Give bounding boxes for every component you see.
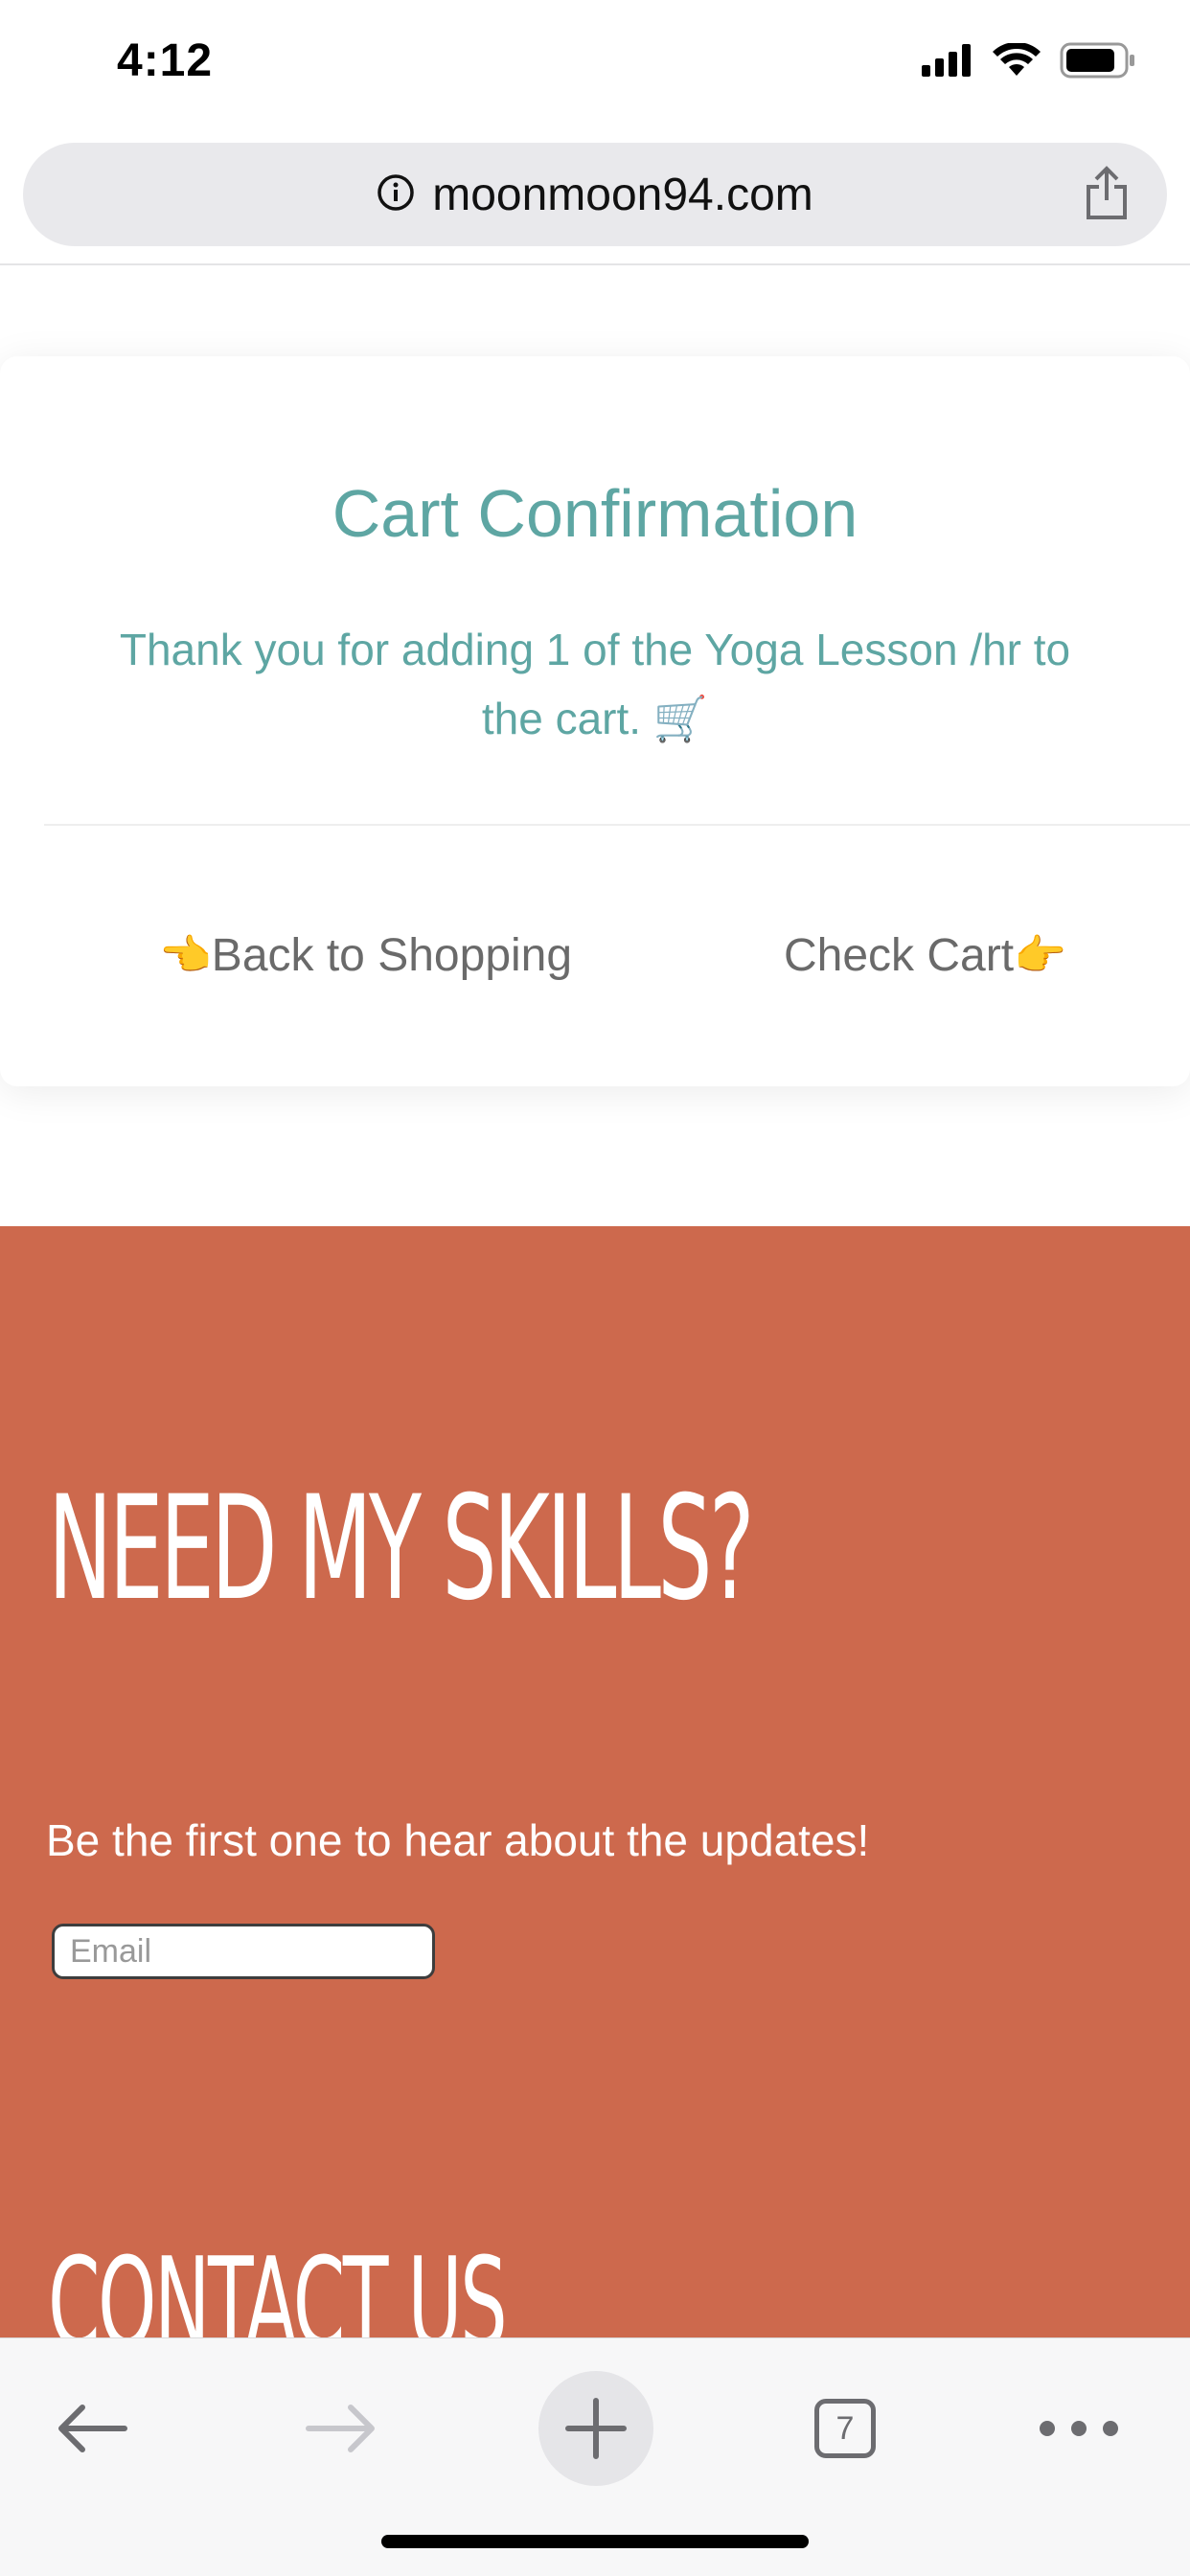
info-icon[interactable] <box>377 173 415 217</box>
need-skills-heading: NEED MY SKILLS? <box>48 1466 755 1632</box>
plus-icon <box>565 2398 627 2459</box>
share-icon[interactable] <box>1085 166 1129 226</box>
newsletter-subtext: Be the first one to hear about the updat… <box>46 1815 870 1865</box>
status-time: 4:12 <box>117 35 214 86</box>
back-button[interactable] <box>34 2371 149 2486</box>
tabs-button[interactable]: 7 <box>788 2371 903 2486</box>
forward-button[interactable] <box>284 2371 399 2486</box>
arrow-right-icon <box>306 2405 375 2452</box>
email-field[interactable] <box>52 1924 435 1979</box>
check-cart-link[interactable]: Check Cart 👉 <box>784 929 1066 982</box>
new-tab-button[interactable] <box>538 2371 653 2486</box>
header-divider <box>0 263 1190 265</box>
back-to-shopping-link[interactable]: 👈 Back to Shopping <box>159 929 572 982</box>
card-divider <box>44 824 1190 826</box>
status-icons <box>922 41 1136 83</box>
newsletter-section: NEED MY SKILLS? Be the first one to hear… <box>0 1226 1190 2337</box>
tab-count-badge: 7 <box>814 2399 876 2458</box>
more-button[interactable] <box>1021 2371 1136 2486</box>
contact-heading: CONTACT US <box>48 2230 508 2337</box>
home-indicator[interactable] <box>381 2535 809 2548</box>
url-text: moonmoon94.com <box>432 169 813 220</box>
card-message: Thank you for adding 1 of the Yoga Lesso… <box>119 625 1071 743</box>
arrow-left-icon <box>58 2405 127 2452</box>
pointing-left-icon: 👈 <box>159 931 212 979</box>
address-bar[interactable]: moonmoon94.com <box>23 143 1167 246</box>
more-dots-icon <box>1040 2421 1118 2436</box>
back-to-shopping-label: Back to Shopping <box>211 930 573 981</box>
pointing-right-icon: 👉 <box>1014 931 1066 979</box>
cellular-signal-icon <box>922 44 973 81</box>
status-bar: 4:12 <box>0 0 1190 134</box>
check-cart-label: Check Cart <box>784 930 1015 981</box>
battery-icon <box>1060 42 1136 83</box>
wifi-icon <box>993 41 1041 82</box>
card-title: Cart Confirmation <box>332 476 858 551</box>
